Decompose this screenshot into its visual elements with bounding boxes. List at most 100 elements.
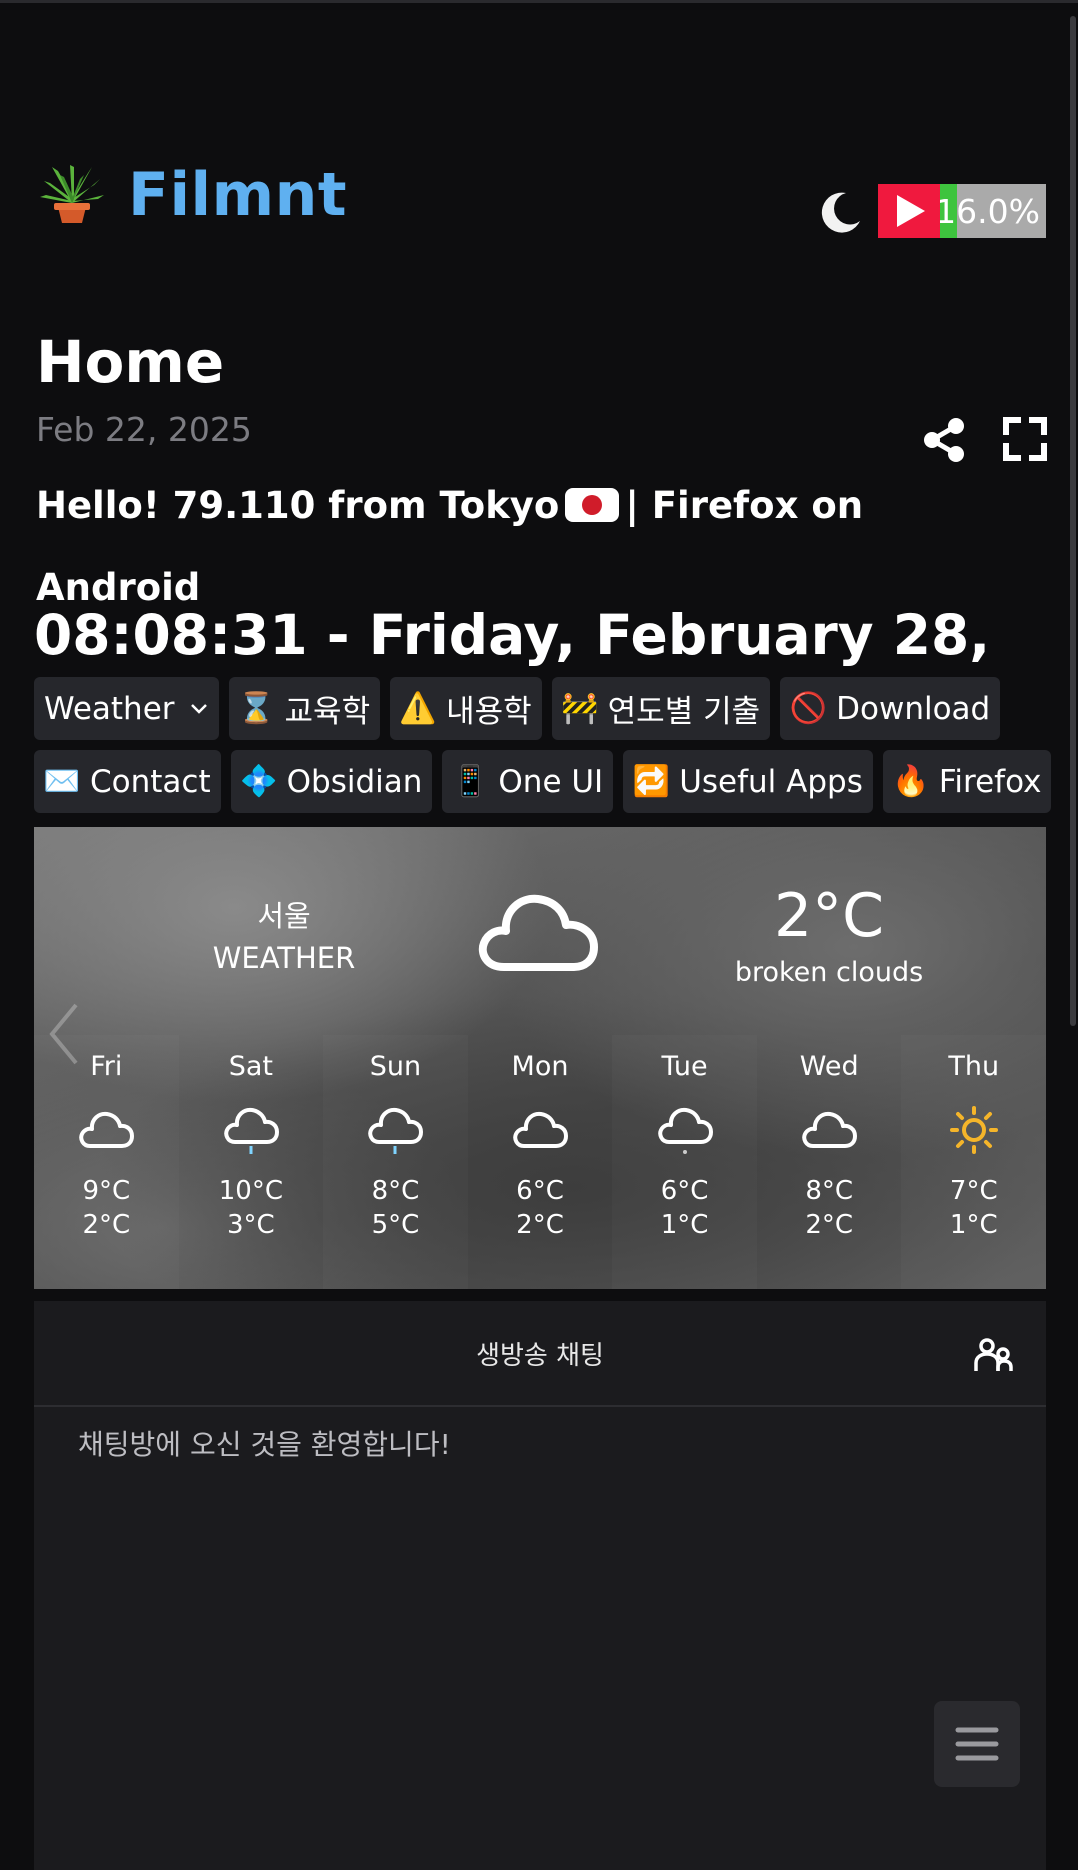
top-border	[0, 0, 1078, 3]
nav-one-ui[interactable]: 📱 One UI	[442, 750, 614, 813]
nav-label: 내용학	[446, 694, 532, 730]
weather-forecast: Fri 9°C 2°C Sat 10°C 3°C Sun 8°C 5°C Mon…	[34, 1035, 1046, 1289]
nav-label: One UI	[498, 763, 604, 800]
battery-indicator: 16.0%	[940, 184, 1046, 238]
hourglass-icon: ⌛	[237, 691, 276, 726]
hamburger-menu-icon	[955, 1727, 999, 1761]
site-brand[interactable]: Filmnt	[36, 160, 347, 230]
weather-label: WEATHER	[212, 941, 356, 975]
forecast-high: 8°C	[805, 1176, 854, 1206]
envelope-icon: ✉️	[43, 764, 81, 799]
nav-education[interactable]: ⌛ 교육학	[228, 677, 381, 740]
header-tools: 16.0%	[816, 184, 1046, 238]
nav-row-2: ✉️ Contact 💠 Obsidian 📱 One UI 🔁 Useful …	[34, 750, 1052, 813]
weather-description: broken clouds	[734, 957, 924, 988]
cloud-rain-icon	[224, 1107, 279, 1154]
nav-row-1: Weather ⌛ 교육학 ⚠️ 내용학 🚧 연도별 기출 🚫 Download	[34, 677, 1001, 740]
site-name: Filmnt	[128, 160, 348, 230]
forecast-day-name: Tue	[661, 1051, 708, 1082]
forecast-low: 1°C	[949, 1210, 998, 1240]
youtube-button[interactable]	[878, 184, 940, 238]
forecast-day: Sun 8°C 5°C	[323, 1035, 468, 1289]
forecast-high: 9°C	[82, 1176, 131, 1206]
cloud-icon	[79, 1111, 135, 1148]
forecast-high: 8°C	[371, 1176, 420, 1206]
nav-obsidian[interactable]: 💠 Obsidian	[230, 750, 433, 813]
page-title: Home	[36, 328, 225, 396]
cloud-icon	[513, 1111, 569, 1148]
forecast-low: 2°C	[82, 1210, 131, 1240]
nav-label: Obsidian	[286, 763, 423, 800]
forecast-day-name: Sun	[369, 1051, 422, 1082]
prohibited-icon: 🚫	[789, 691, 827, 726]
nav-firefox[interactable]: 🔥 Firefox	[882, 750, 1052, 813]
forecast-high: 7°C	[949, 1176, 998, 1206]
chat-title: 생방송 채팅	[476, 1340, 604, 1371]
forecast-day-name: Wed	[799, 1051, 859, 1082]
nav-download[interactable]: 🚫 Download	[780, 677, 1001, 740]
nav-label: 연도별 기출	[607, 694, 761, 730]
share-icon[interactable]	[920, 416, 968, 464]
chevron-down-icon	[190, 703, 207, 714]
weather-current-temp: 2°C	[773, 881, 885, 951]
forecast-day-name: Sat	[228, 1051, 273, 1082]
construction-icon: 🚧	[560, 691, 599, 726]
menu-button[interactable]	[934, 1701, 1020, 1787]
forecast-day-name: Mon	[511, 1051, 569, 1082]
moon-icon[interactable]	[816, 187, 864, 235]
weather-widget[interactable]: 서울 WEATHER 2°C broken clouds Fri 9°C 2°C…	[34, 827, 1046, 1289]
cloud-drizzle-icon	[657, 1107, 713, 1154]
repeat-icon: 🔁	[632, 764, 670, 799]
weather-city: 서울	[257, 899, 311, 933]
nav-exams-by-year[interactable]: 🚧 연도별 기출	[551, 677, 771, 740]
battery-percent: 16.0%	[940, 191, 1040, 231]
nav-label: 교육학	[284, 694, 371, 730]
nav-label: Contact	[90, 763, 211, 800]
greeting-text: Hello! 79.110 from Tokyo	[36, 484, 560, 527]
forecast-high: 10°C	[218, 1176, 283, 1206]
forecast-low: 3°C	[227, 1210, 275, 1240]
forecast-high: 6°C	[516, 1176, 564, 1206]
forecast-day-name: Fri	[90, 1051, 123, 1082]
greeting-line: Hello! 79.110 from Tokyo | Firefox on	[36, 482, 863, 530]
forecast-low: 1°C	[660, 1210, 709, 1240]
sun-icon	[949, 1106, 998, 1154]
live-chat-panel: 생방송 채팅 채팅방에 오신 것을 환영합니다!	[34, 1301, 1046, 1870]
nav-weather-dropdown[interactable]: Weather	[34, 677, 219, 740]
chat-welcome-message: 채팅방에 오신 것을 환영합니다!	[78, 1428, 451, 1461]
nav-label: Useful Apps	[679, 763, 863, 800]
greeting-browser: | Firefox on	[625, 484, 864, 527]
forecast-day-name: Thu	[948, 1051, 1000, 1082]
nav-label: Firefox	[938, 763, 1042, 800]
nav-useful-apps[interactable]: 🔁 Useful Apps	[623, 750, 873, 813]
page-date: Feb 22, 2025	[36, 410, 252, 449]
cloud-icon	[802, 1111, 858, 1148]
cloud-rain-icon	[368, 1107, 424, 1154]
forecast-day: Tue 6°C 1°C	[612, 1035, 757, 1289]
japan-flag-icon	[565, 487, 620, 522]
nav-label: Download	[836, 690, 991, 727]
forecast-day: Fri 9°C 2°C	[34, 1035, 179, 1289]
forecast-day: Wed 8°C 2°C	[757, 1035, 902, 1289]
fire-icon: 🔥	[892, 764, 930, 799]
forecast-day: Mon 6°C 2°C	[468, 1035, 613, 1289]
forecast-day: Thu 7°C 1°C	[901, 1035, 1046, 1289]
play-icon	[897, 195, 925, 227]
nav-label: Weather	[44, 690, 175, 727]
diamond-icon: 💠	[239, 764, 278, 799]
nav-contact[interactable]: ✉️ Contact	[34, 750, 221, 813]
fullscreen-icon[interactable]	[1002, 416, 1048, 462]
page-scrollbar[interactable]	[1070, 16, 1076, 1026]
forecast-low: 2°C	[805, 1210, 854, 1240]
nav-content[interactable]: ⚠️ 내용학	[390, 677, 542, 740]
phone-icon: 📱	[451, 764, 490, 799]
warning-icon: ⚠️	[399, 691, 437, 726]
forecast-high: 6°C	[660, 1176, 709, 1206]
users-icon[interactable]	[974, 1337, 1014, 1375]
weather-location: 서울 WEATHER	[184, 895, 384, 979]
potted-plant-icon	[40, 165, 104, 223]
cloud-icon	[478, 894, 598, 971]
chat-header: 생방송 채팅	[34, 1301, 1046, 1407]
forecast-low: 5°C	[371, 1210, 420, 1240]
forecast-day: Sat 10°C 3°C	[179, 1035, 324, 1289]
